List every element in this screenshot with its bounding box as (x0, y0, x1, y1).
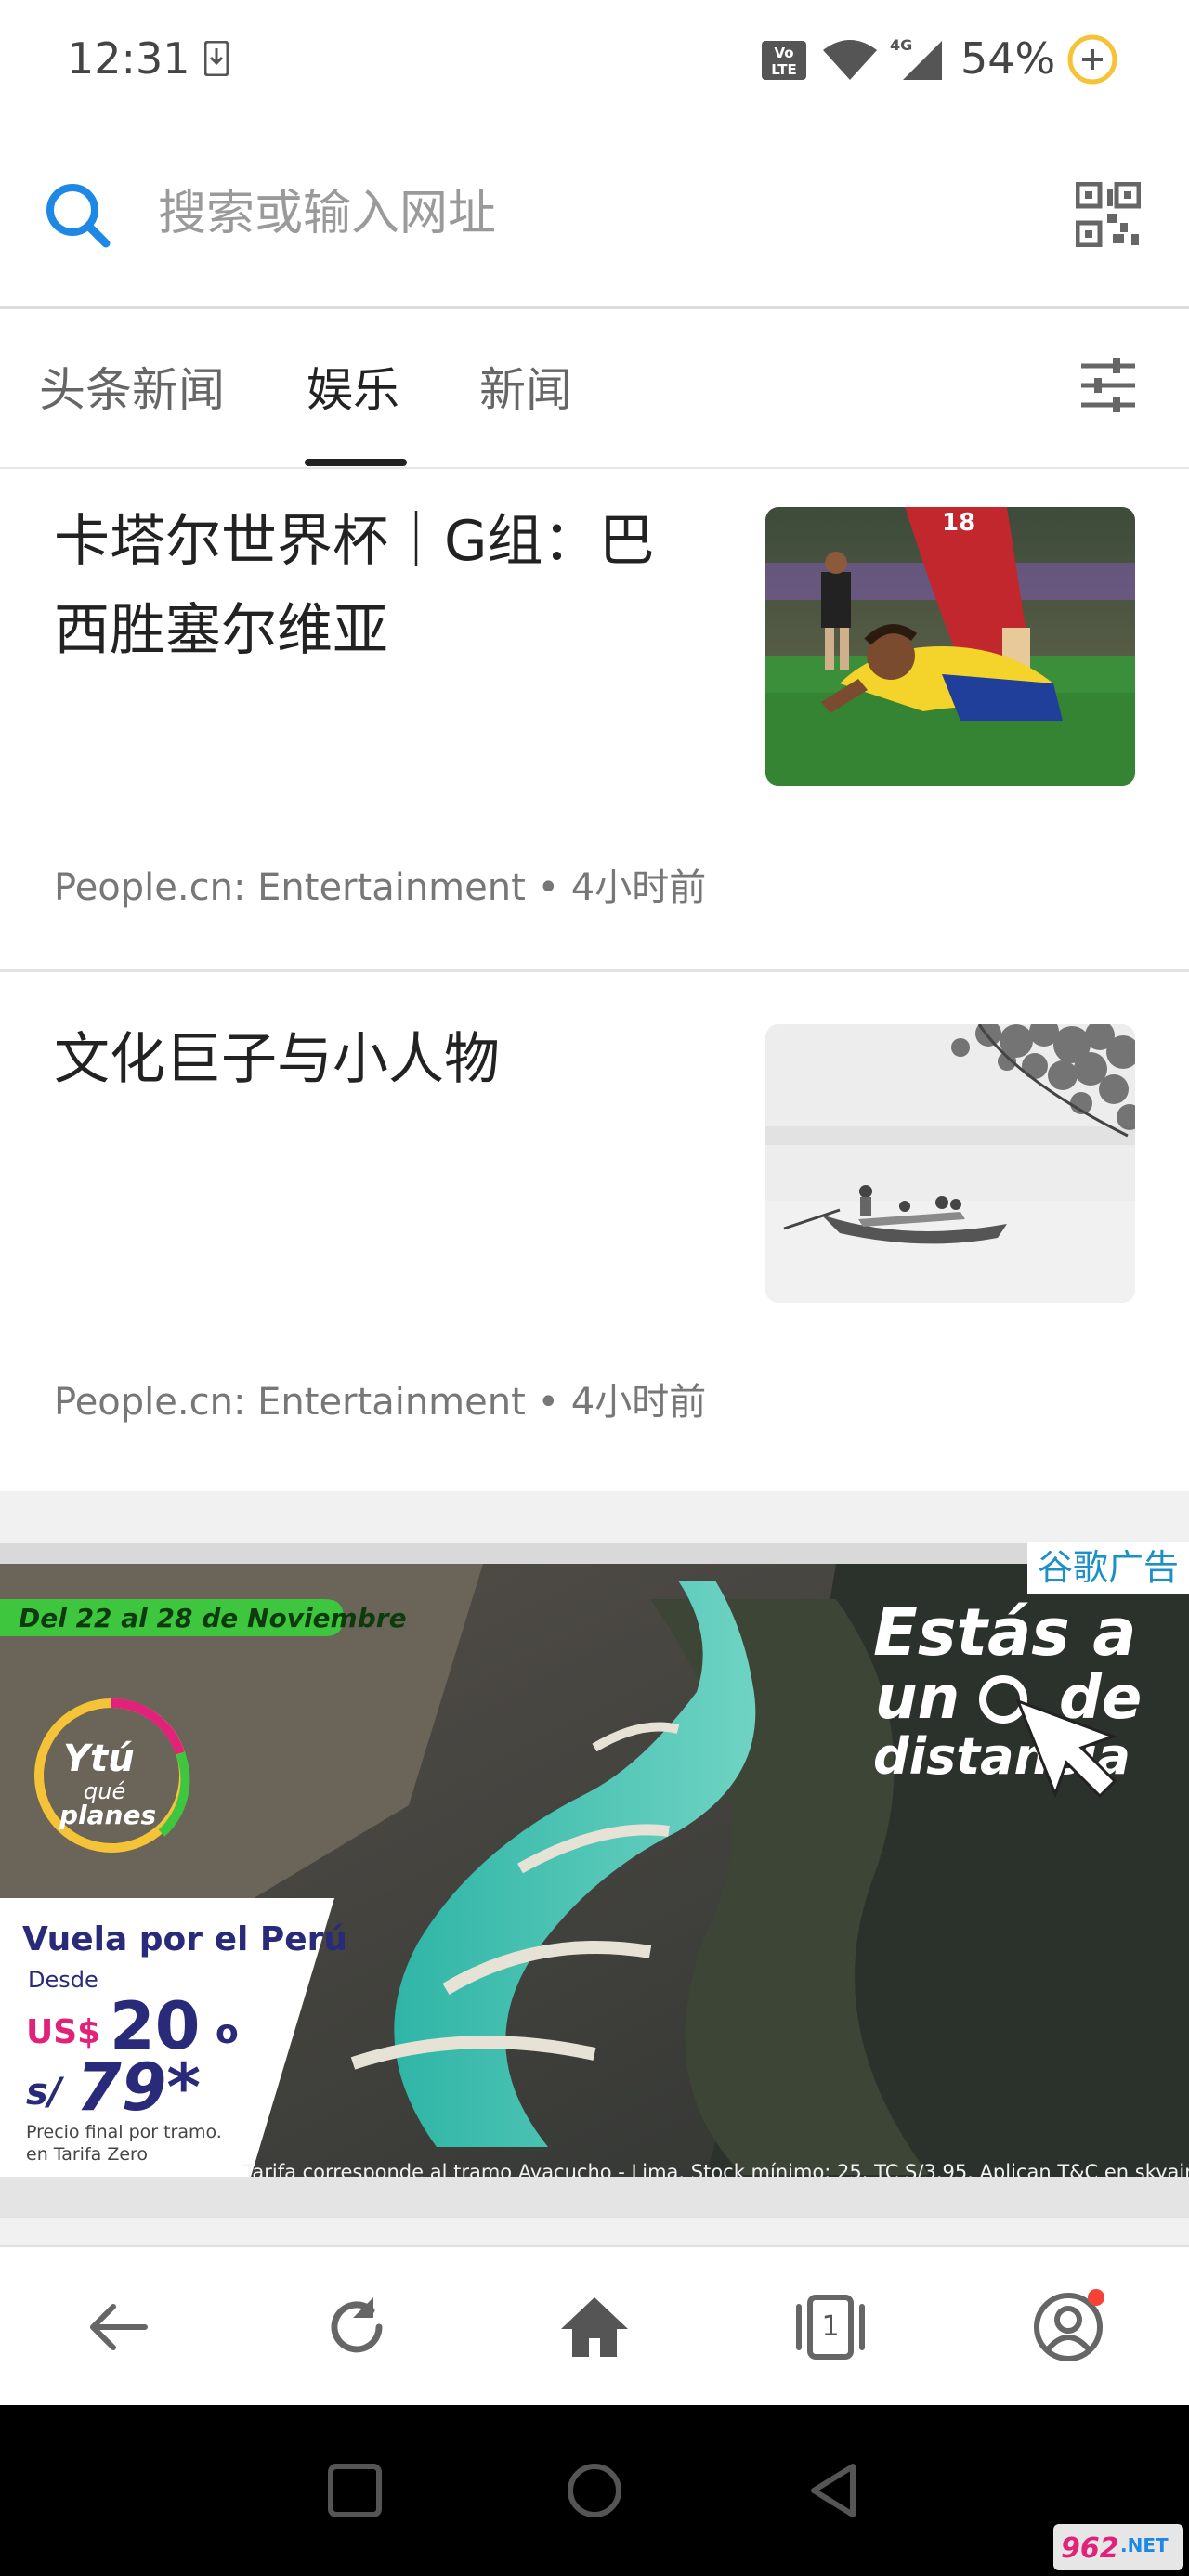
download-notification-icon (204, 41, 229, 76)
ad-price-or: o (216, 2013, 239, 2051)
battery-percent: 54% (960, 33, 1056, 84)
tab-news[interactable]: 新闻 (479, 353, 572, 420)
svg-text:Vo: Vo (774, 45, 793, 61)
qr-code-scan-icon[interactable] (1076, 182, 1141, 247)
ad-banner[interactable]: Del 22 al 28 de Noviembre Ytú qué planes… (0, 1543, 1189, 2218)
site-watermark-logo: 962 .NET (1053, 2524, 1183, 2570)
active-tab-indicator (305, 459, 407, 466)
ad-spacer (0, 2218, 1189, 2245)
system-back-icon[interactable] (801, 2457, 868, 2524)
ad-landscape-image: Del 22 al 28 de Noviembre Ytú qué planes… (0, 1564, 1189, 2218)
ad-price-sol: 79* (76, 2049, 201, 2126)
tab-entertainment[interactable]: 娱乐 (307, 353, 399, 420)
article-meta: People.cn: Entertainment • 4小时前 (54, 866, 707, 909)
ad-logo-line1: Ytú (63, 1737, 135, 1780)
ad-promo-title: Vuela por el Perú (22, 1920, 347, 1958)
refresh-icon[interactable] (318, 2288, 396, 2366)
tab-headlines[interactable]: 头条新闻 (39, 353, 225, 420)
article-title[interactable]: 文化巨子与小人物 (54, 1015, 704, 1104)
svg-text:.NET: .NET (1120, 2534, 1169, 2556)
article-thumbnail[interactable]: 18 (765, 507, 1135, 786)
ad-spacer (0, 1491, 1189, 1543)
ad-date-badge: Del 22 al 28 de Noviembre (19, 1603, 407, 1633)
ad-headline-2: un (875, 1664, 960, 1733)
ad-logo-line3: planes (59, 1800, 156, 1830)
ad-price-sol-prefix: s/ (26, 2071, 65, 2114)
ad-fine-print-2: en Tarifa Zero (26, 2144, 148, 2165)
home-icon[interactable] (555, 2288, 634, 2366)
article-card[interactable]: 文化巨子与小人物 People.cn: Entertainment • 4小时前 (0, 972, 1189, 1489)
ink-painting-image (765, 1024, 1135, 1303)
search-input[interactable] (158, 176, 994, 251)
article-title[interactable]: 卡塔尔世界杯｜G组：巴西胜塞尔维亚 (54, 497, 704, 675)
back-arrow-icon[interactable] (80, 2288, 158, 2366)
profile-icon[interactable] (1029, 2288, 1107, 2366)
svg-text:962: 962 (1061, 2532, 1119, 2565)
status-time: 12:31 (67, 33, 190, 84)
signal-icon: 4G (890, 36, 942, 80)
ad-fine-print-1: Precio final por tramo. (26, 2122, 222, 2142)
recent-apps-icon[interactable] (321, 2457, 388, 2524)
wifi-icon (823, 40, 877, 80)
ad-headline-1: Estás a (873, 1594, 1136, 1671)
volte-icon: Vo LTE (762, 41, 806, 80)
ad-label[interactable]: 谷歌广告 (1027, 1542, 1189, 1594)
article-card[interactable]: 卡塔尔世界杯｜G组：巴西胜塞尔维亚 18 People.cn: Entertai… (0, 469, 1189, 970)
system-home-icon[interactable] (561, 2457, 628, 2524)
svg-text:LTE: LTE (771, 61, 797, 78)
ad-price-usd-prefix: US$ (26, 2013, 100, 2051)
tab-count[interactable]: 1 (791, 2288, 869, 2366)
search-icon[interactable] (41, 178, 115, 253)
customize-tabs-icon[interactable] (1078, 355, 1139, 416)
svg-text:4G: 4G (890, 36, 912, 54)
article-meta: People.cn: Entertainment • 4小时前 (54, 1381, 707, 1424)
article-thumbnail[interactable] (765, 1024, 1135, 1303)
soccer-photo: 18 (765, 507, 1135, 786)
battery-saver-icon (1067, 34, 1117, 85)
ad-promo-from: Desde (28, 1967, 98, 1993)
svg-text:18: 18 (942, 509, 975, 537)
